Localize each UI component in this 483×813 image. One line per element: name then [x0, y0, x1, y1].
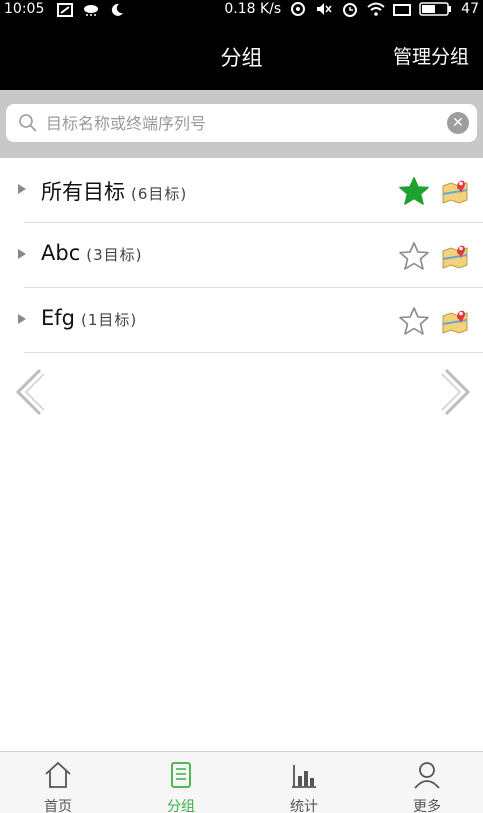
search-icon	[19, 114, 37, 132]
status-time: 10:05	[4, 1, 45, 17]
header: 分组 管理分组	[0, 20, 483, 90]
sync-icon	[289, 1, 307, 17]
search-box: ✕	[6, 104, 477, 142]
stats-icon	[292, 765, 316, 788]
battery-icon	[419, 1, 453, 17]
map-icon[interactable]	[440, 174, 470, 204]
clear-icon[interactable]: ✕	[447, 112, 469, 134]
search-input[interactable]	[46, 110, 436, 136]
tab-home[interactable]: 首页	[13, 752, 103, 813]
favorite-star-icon[interactable]	[398, 176, 430, 206]
group-name-text: Abc	[41, 241, 81, 265]
signal-icon	[393, 1, 412, 17]
mute-icon	[315, 1, 333, 17]
expand-arrow-icon[interactable]	[18, 249, 26, 259]
row-divider	[24, 352, 483, 353]
group-name: 所有目标 (6目标)	[41, 176, 187, 206]
tab-stats-label: 统计	[290, 799, 318, 813]
manage-groups-button[interactable]: 管理分组	[393, 42, 469, 69]
map-icon[interactable]	[440, 239, 470, 269]
home-icon	[45, 761, 71, 788]
favorite-star-icon[interactable]	[398, 241, 430, 271]
group-icon	[171, 762, 191, 788]
previous-arrow-icon[interactable]	[12, 366, 46, 418]
alarm-icon	[341, 1, 359, 17]
tab-groups[interactable]: 分组	[136, 752, 226, 813]
map-icon[interactable]	[440, 304, 470, 334]
tab-more-label: 更多	[413, 799, 441, 813]
group-count: (6目标)	[131, 185, 188, 203]
expand-arrow-icon[interactable]	[18, 184, 26, 194]
group-name-text: Efg	[41, 306, 75, 330]
notification-icon	[56, 2, 74, 18]
favorite-star-icon[interactable]	[398, 306, 430, 336]
tab-home-label: 首页	[44, 799, 72, 813]
group-name: Efg (1目标)	[41, 306, 137, 330]
tab-more[interactable]: 更多	[382, 752, 472, 813]
group-row[interactable]: Efg (1目标)	[0, 288, 483, 353]
status-bar: 10:05 0.18 K/s 47	[0, 0, 483, 20]
group-count: (3目标)	[86, 246, 143, 264]
tab-groups-label: 分组	[167, 799, 195, 813]
group-row[interactable]: Abc (3目标)	[0, 223, 483, 288]
person-icon	[414, 762, 440, 789]
group-row[interactable]: 所有目标 (6目标)	[0, 158, 483, 223]
group-count: (1目标)	[81, 311, 138, 329]
battery-level: 47	[461, 1, 479, 17]
group-list: 所有目标 (6目标) Abc (3目标) Efg (1目标)	[0, 158, 483, 353]
tab-stats[interactable]: 统计	[259, 752, 349, 813]
moon-icon	[108, 2, 126, 18]
network-speed: 0.18 K/s	[224, 1, 282, 17]
search-bar: ✕	[0, 90, 483, 158]
bottom-tab-bar: 首页 分组 统计 更多	[0, 751, 483, 813]
next-arrow-icon[interactable]	[440, 366, 474, 418]
weather-icon	[82, 2, 100, 18]
group-name: Abc (3目标)	[41, 241, 143, 265]
expand-arrow-icon[interactable]	[18, 314, 26, 324]
group-name-text: 所有目标	[41, 180, 125, 204]
wifi-icon	[367, 1, 385, 17]
